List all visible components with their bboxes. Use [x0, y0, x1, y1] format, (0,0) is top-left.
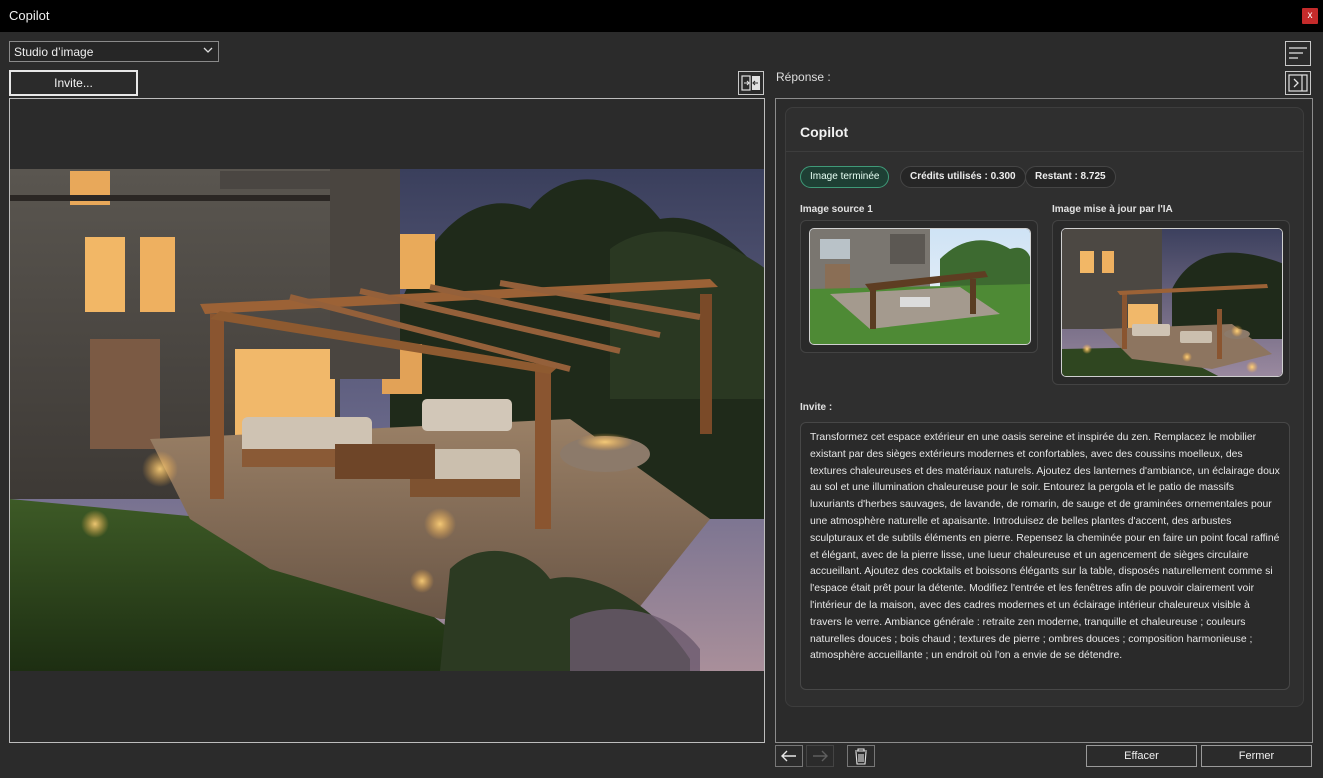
source-render-image	[810, 229, 1030, 344]
updated-image-frame	[1052, 220, 1290, 385]
card-title: Copilot	[800, 124, 849, 140]
response-label: Réponse :	[776, 70, 831, 84]
title-bar: Copilot x	[0, 0, 1323, 32]
chevron-down-icon	[203, 47, 213, 53]
image-canvas[interactable]	[9, 98, 765, 743]
source-image-frame	[800, 220, 1038, 353]
arrow-right-icon	[813, 750, 828, 762]
card-divider	[786, 151, 1303, 152]
mode-select[interactable]: Studio d’image	[9, 41, 219, 62]
menu-button[interactable]	[1285, 41, 1311, 66]
credits-used-badge: Crédits utilisés : 0.300	[900, 166, 1026, 188]
collapse-panel-button[interactable]	[1285, 71, 1311, 95]
delete-button[interactable]	[847, 745, 875, 767]
updated-image-label: Image mise à jour par l'IA	[1052, 204, 1173, 215]
close-button[interactable]: Fermer	[1201, 745, 1312, 767]
menu-lines-icon	[1289, 47, 1307, 59]
updated-render-image	[1062, 229, 1282, 376]
prompt-text-box[interactable]: Transformez cet espace extérieur en une …	[800, 422, 1290, 690]
remaining-credits-badge: Restant : 8.725	[1025, 166, 1116, 188]
response-panel: Copilot Image terminée Crédits utilisés …	[775, 98, 1313, 743]
clear-button[interactable]: Effacer	[1086, 745, 1197, 767]
invite-button[interactable]: Invite...	[9, 70, 138, 96]
copilot-response-card: Copilot Image terminée Crédits utilisés …	[785, 107, 1304, 707]
source-image-label: Image source 1	[800, 204, 873, 215]
mode-select-value: Studio d’image	[14, 45, 94, 59]
updated-image-thumbnail[interactable]	[1061, 228, 1283, 377]
swap-panels-icon	[741, 75, 760, 91]
next-button[interactable]	[806, 745, 834, 767]
close-window-button[interactable]: x	[1302, 8, 1318, 24]
status-badge: Image terminée	[800, 166, 890, 188]
source-image-thumbnail[interactable]	[809, 228, 1031, 345]
arrow-left-icon	[781, 750, 796, 762]
collapse-panel-icon	[1288, 74, 1308, 92]
window-title: Copilot	[9, 8, 50, 23]
swap-panels-button[interactable]	[738, 71, 764, 95]
generated-patio-image	[10, 99, 764, 742]
previous-button[interactable]	[775, 745, 803, 767]
prompt-label: Invite :	[800, 402, 833, 413]
trash-icon	[855, 748, 867, 765]
